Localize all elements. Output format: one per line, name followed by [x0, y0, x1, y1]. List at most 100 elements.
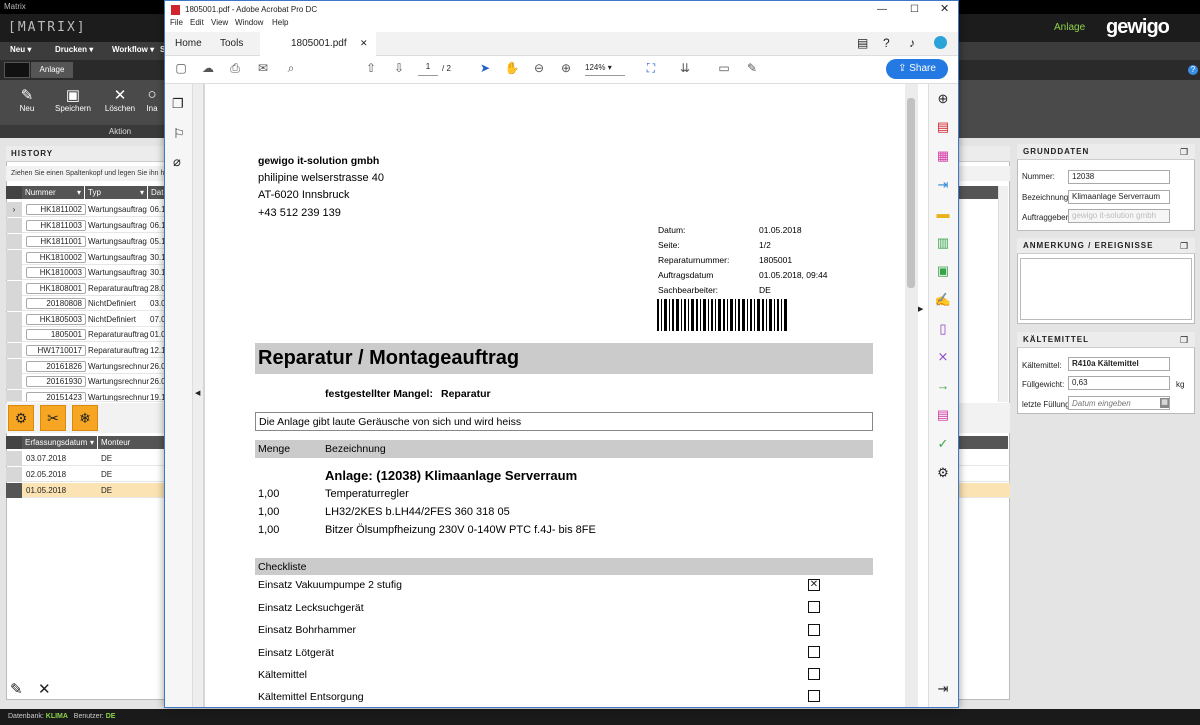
send-icon[interactable]: →: [934, 377, 952, 395]
row-selector[interactable]: [6, 218, 22, 233]
help-icon[interactable]: ?: [883, 36, 890, 50]
avatar[interactable]: [934, 36, 947, 49]
row-selector[interactable]: [6, 451, 22, 466]
table-row[interactable]: 20161826 Wartungsrechnur 26.0: [6, 359, 166, 374]
table-row[interactable]: 20161930 Wartungsrechnur 26.0: [6, 374, 166, 389]
table-row[interactable]: HK1805003 NichtDefiniert 07.0: [6, 312, 166, 327]
close-tab-icon[interactable]: ✕: [360, 38, 368, 49]
menu-workflow[interactable]: Workflow ▾: [112, 45, 154, 54]
table-row[interactable]: HK1808001 Reparaturauftrag 28.0: [6, 281, 166, 296]
table-row[interactable]: › HK1811002 Wartungsauftrag 06.1: [6, 202, 166, 217]
export-icon[interactable]: ⇥: [934, 176, 952, 194]
cooling-button[interactable]: ❄: [72, 405, 98, 431]
row-selector[interactable]: [6, 281, 22, 296]
chevron-right-icon[interactable]: ▶: [918, 305, 923, 313]
scan-icon[interactable]: ▣: [934, 262, 952, 280]
calendar-icon[interactable]: ▦: [1160, 398, 1169, 408]
comment-tool-icon[interactable]: ▬: [934, 205, 952, 223]
organize-pages-icon[interactable]: ▦: [934, 147, 952, 165]
delete-button[interactable]: ✕ Löschen: [97, 86, 143, 113]
tab-blank[interactable]: [4, 62, 30, 78]
maximize-icon[interactable]: ☐: [910, 1, 919, 18]
row-selector[interactable]: [6, 327, 22, 342]
scroll-mode-icon[interactable]: ⇊: [676, 61, 694, 75]
menu-edit[interactable]: Edit: [190, 18, 204, 27]
row-selector[interactable]: [6, 467, 22, 482]
left-collapse-handle[interactable]: ◀: [193, 84, 203, 707]
pages-icon[interactable]: ❐: [172, 96, 184, 112]
mail-icon[interactable]: ✉: [254, 61, 272, 75]
save-icon[interactable]: ▢: [172, 61, 190, 75]
more-tools-icon[interactable]: ⚙: [934, 464, 952, 482]
auftraggeber-field[interactable]: gewigo it-solution gmbh: [1068, 209, 1170, 223]
export-pdf-icon[interactable]: ▤: [934, 118, 952, 136]
tools-button[interactable]: ✂: [40, 405, 66, 431]
fuellgewicht-field[interactable]: 0,63: [1068, 376, 1170, 390]
sign-icon[interactable]: ✍: [934, 291, 952, 309]
table-row[interactable]: HK1810003 Wartungsauftrag 30.1: [6, 265, 166, 280]
row-selector[interactable]: ›: [6, 202, 22, 217]
share-button[interactable]: ⇪ Share: [886, 59, 948, 79]
tab-anlage[interactable]: Anlage: [31, 62, 73, 78]
collapse-pane-icon[interactable]: ⇥: [934, 680, 952, 698]
tab-home[interactable]: Home: [175, 38, 202, 49]
zoom-out-icon[interactable]: ⊖: [530, 61, 548, 75]
row-selector[interactable]: [6, 390, 22, 401]
measure-icon[interactable]: ⨯: [934, 348, 952, 366]
filter-icon[interactable]: ▾: [140, 186, 147, 199]
maximize-icon[interactable]: ❐: [1180, 147, 1188, 158]
cloud-upload-icon[interactable]: ☁: [199, 61, 217, 75]
enhance-scan-icon[interactable]: ⊕: [934, 90, 952, 108]
kaeltemittel-field[interactable]: R410a Kältemittel: [1068, 357, 1170, 371]
row-selector[interactable]: [6, 265, 22, 280]
minimize-icon[interactable]: —: [877, 1, 887, 18]
menu-view[interactable]: View: [211, 18, 228, 27]
page-number-input[interactable]: 1: [418, 62, 438, 76]
search-icon[interactable]: ⌕: [282, 61, 300, 76]
column-header-nummer[interactable]: Nummer ▾: [22, 186, 84, 199]
maximize-icon[interactable]: ❐: [1180, 335, 1188, 346]
pen-icon[interactable]: ✎: [743, 61, 761, 75]
menu-window[interactable]: Window: [235, 18, 263, 27]
inactive-button[interactable]: ○ Ina: [140, 86, 164, 113]
anmerkung-textarea[interactable]: [1020, 258, 1192, 320]
row-selector[interactable]: [6, 312, 22, 327]
cancel-button[interactable]: ✕: [38, 680, 51, 698]
table-row[interactable]: 1805001 Reparaturauftrag 01.0: [6, 327, 166, 342]
letzte-fuellung-input[interactable]: [1068, 396, 1170, 410]
page-down-icon[interactable]: ⇩: [390, 61, 408, 75]
help-icon[interactable]: ?: [1188, 65, 1198, 75]
scroll-thumb[interactable]: [907, 98, 915, 288]
column-header-erfassungsdatum[interactable]: Erfassungsdatum ▾: [22, 436, 97, 449]
row-selector[interactable]: [6, 343, 22, 358]
tab-tools[interactable]: Tools: [220, 38, 243, 49]
bell-icon[interactable]: ♪: [909, 36, 915, 50]
menu-file[interactable]: File: [170, 18, 183, 27]
close-icon[interactable]: ✕: [940, 1, 949, 18]
row-selector[interactable]: [6, 483, 22, 498]
table-row[interactable]: HK1811001 Wartungsauftrag 05.1: [6, 234, 166, 249]
gears-button[interactable]: ⚙: [8, 405, 34, 431]
menu-help[interactable]: Help: [272, 18, 288, 27]
redact-icon[interactable]: ▤: [934, 406, 952, 424]
cursor-icon[interactable]: ➤: [476, 61, 494, 75]
row-selector[interactable]: [6, 234, 22, 249]
filter-icon[interactable]: ▾: [77, 186, 84, 199]
page-up-icon[interactable]: ⇧: [362, 61, 380, 75]
table-row[interactable]: 20151423 Wartungsrechnur 19.1: [6, 390, 166, 402]
print-icon[interactable]: ⎙: [226, 61, 244, 76]
row-selector[interactable]: [6, 374, 22, 389]
row-selector[interactable]: [6, 296, 22, 311]
comment-icon[interactable]: ▤: [857, 36, 868, 50]
save-button[interactable]: ▣ Speichern: [50, 86, 96, 113]
maximize-icon[interactable]: ❐: [1180, 241, 1188, 252]
zoom-in-icon[interactable]: ⊕: [557, 61, 575, 75]
bezeichnung-field[interactable]: Klimaanlage Serverraum: [1068, 190, 1170, 204]
menu-neu[interactable]: Neu ▾: [10, 45, 31, 54]
table-row[interactable]: HK1810002 Wartungsauftrag 30.1: [6, 250, 166, 265]
edit-button[interactable]: ✎: [10, 680, 23, 698]
table-row[interactable]: 20180808 NichtDefiniert 03.0: [6, 296, 166, 311]
row-selector[interactable]: [6, 359, 22, 374]
certificate-icon[interactable]: ✓: [934, 435, 952, 453]
fit-page-icon[interactable]: ⛶: [642, 61, 660, 76]
